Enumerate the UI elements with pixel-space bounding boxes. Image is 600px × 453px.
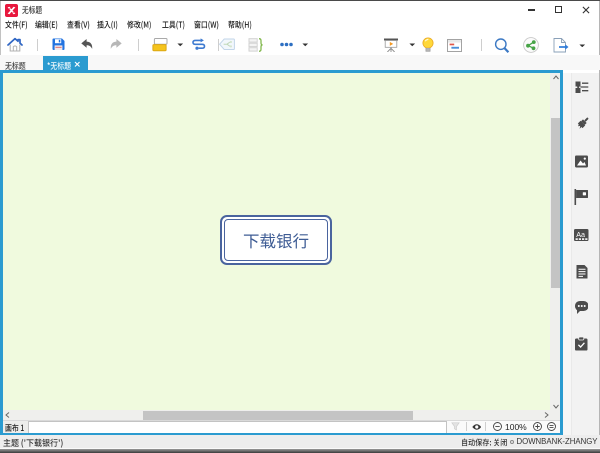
svg-text:Aa: Aa <box>576 230 585 239</box>
